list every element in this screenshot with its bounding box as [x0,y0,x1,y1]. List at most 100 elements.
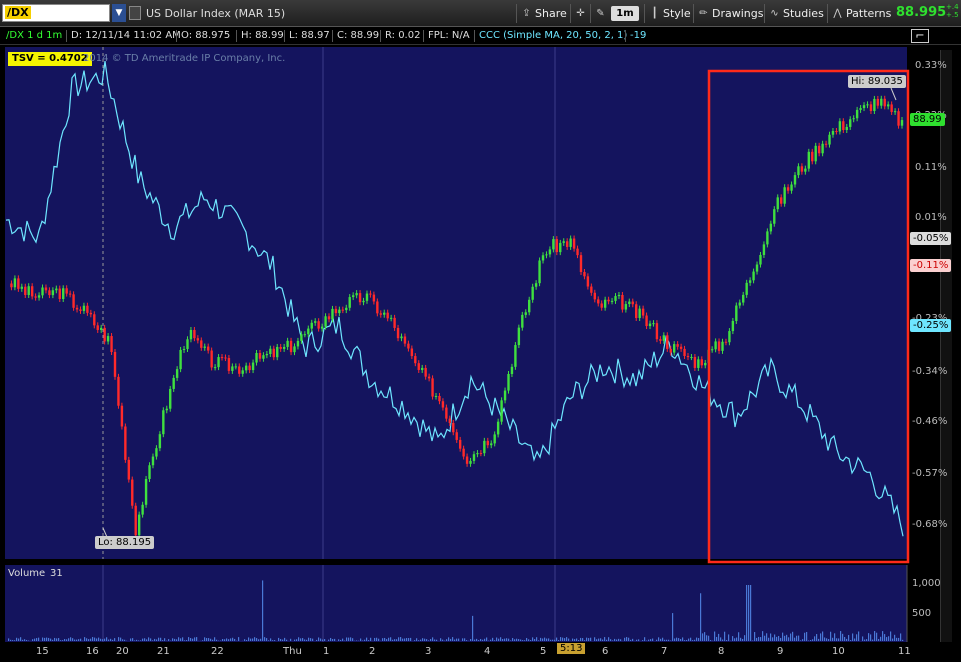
volume-bar [146,639,148,641]
volume-bar [418,640,420,641]
volume-bar [164,638,166,641]
candle-body [158,434,162,449]
volume-bar [452,637,454,641]
candle-body [704,362,707,366]
volume-bar [216,639,218,641]
chart-canvas [5,47,910,642]
candle-body [369,293,372,295]
volume-bar [464,638,466,641]
volume-bar [168,639,170,641]
candle-body [55,288,58,291]
volume-bar [708,635,710,641]
vol-tick: 1,000 [912,578,941,589]
volume-bar [12,640,14,641]
candle-body [65,288,68,294]
volume-bar [614,638,616,641]
volume-bar [698,638,700,641]
candle-body [786,187,790,191]
volume-bar [90,638,92,641]
low-label: Lo: 88.195 [95,536,155,549]
volume-bar [846,638,848,641]
volume-bar [352,638,354,641]
volume-bar [596,639,598,641]
volume-bar [32,639,34,641]
volume-bar [244,639,246,641]
volume-bar [676,637,678,641]
x-tick: 11 [898,646,911,657]
candle-body [538,260,541,284]
volume-bar [414,640,416,641]
volume-bar [252,638,254,641]
volume-bar [898,637,900,641]
candle-body [635,304,638,318]
candle-body [880,98,883,106]
candle-body [824,143,828,145]
volume-bar [684,640,686,641]
candle-body [686,356,690,358]
volume-bar [458,638,460,641]
candle-body [124,426,127,460]
candle-body [41,287,44,296]
candle-body [804,168,807,172]
volume-bar [770,633,772,641]
candle-body [479,453,483,455]
volume-bar [338,639,340,641]
candle-body [86,305,89,313]
candle-body [517,327,521,346]
volume-bar [546,638,548,641]
candle-body [207,346,210,351]
volume-bar [816,634,818,641]
candle-body [883,98,886,107]
candle-body [175,369,179,378]
volume-bar [670,640,672,641]
candle-body [469,460,472,464]
volume-bar [902,639,904,641]
candle-body [458,439,462,449]
candle-body [462,448,465,457]
volume-bar [642,640,644,641]
volume-bar [234,638,236,641]
volume-bar [554,639,556,641]
volume-bar [138,640,140,641]
candle-body [262,355,265,359]
volume-bar [750,585,752,641]
volume-bar [16,637,18,641]
volume-bar [666,639,668,641]
volume-bar [688,638,690,641]
candle-body [476,453,479,455]
volume-bar [70,637,72,641]
x-tick: 2 [369,646,376,657]
volume-bar [496,637,498,641]
candle-body [96,325,99,330]
axis-tick: -0.68% [912,519,948,530]
volume-bar [20,637,22,641]
volume-bar [824,637,826,641]
volume-bar [224,639,226,641]
x-tick: 1 [323,646,330,657]
volume-bar [504,638,506,641]
candle-body [389,317,393,319]
volume-bar [110,638,112,641]
volume-bar [814,636,816,641]
candle-body [172,377,175,389]
volume-bar [14,640,16,641]
volume-bar [268,640,270,641]
candle-body [714,341,717,350]
candle-body [48,290,51,296]
candle-body [27,286,30,295]
volume-bar [60,640,62,641]
candle-body [227,358,231,371]
volume-bar [788,637,790,641]
volume-bar [306,639,308,641]
volume-bar [124,639,126,641]
volume-bar [8,638,10,641]
volume-bar [348,637,350,641]
volume-bar [534,639,536,641]
candle-body [324,316,327,327]
volume-bar [384,637,386,641]
volume-bar [226,638,228,641]
candle-body [144,478,148,505]
volume-bar [818,638,820,641]
volume-bar [900,633,902,641]
volume-bar [472,615,474,641]
